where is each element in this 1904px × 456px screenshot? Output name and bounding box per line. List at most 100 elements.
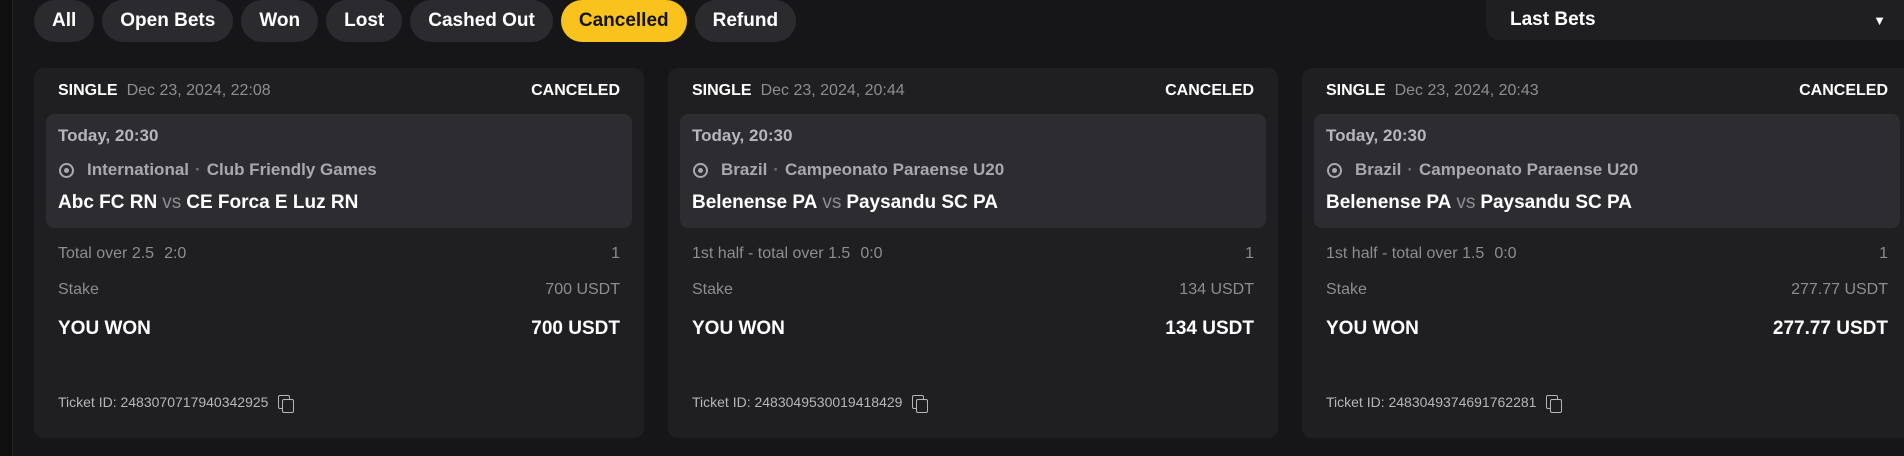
- bet-card-header: SINGLE Dec 23, 2024, 22:08 CANCELED: [46, 68, 632, 114]
- filter-refund[interactable]: Refund: [694, 0, 797, 42]
- vs-label: vs: [1456, 192, 1476, 213]
- odds-value: 1: [1245, 245, 1254, 262]
- ticket-id: Ticket ID: 2483049374691762281: [1326, 394, 1537, 410]
- ticket-row: Ticket ID: 2483049374691762281: [1326, 394, 1563, 413]
- bet-type: SINGLE: [692, 82, 752, 99]
- filter-cancelled[interactable]: Cancelled: [560, 0, 687, 42]
- event-teams: Belenense PA vs Paysandu SC PA: [1326, 192, 1888, 214]
- copy-icon[interactable]: [912, 395, 929, 413]
- won-label: YOU WON: [1326, 318, 1419, 339]
- market-name: 1st half - total over 1.5: [1326, 245, 1485, 262]
- bet-date: Dec 23, 2024, 22:08: [126, 82, 271, 99]
- vs-label: vs: [822, 192, 842, 213]
- event-teams: Belenense PA vs Paysandu SC PA: [692, 192, 1254, 214]
- event-league: Club Friendly Games: [206, 160, 377, 179]
- ticket-row: Ticket ID: 2483070717940342925: [58, 394, 295, 413]
- event-country: International: [87, 160, 190, 179]
- vs-label: vs: [162, 192, 182, 213]
- stake-value: 134 USDT: [1179, 281, 1254, 298]
- football-icon: [1327, 162, 1342, 178]
- odds-value: 1: [611, 245, 620, 262]
- home-team: Belenense PA: [1326, 192, 1452, 213]
- market-score: 0:0: [860, 245, 883, 262]
- won-row: YOU WON 277.77 USDT: [1314, 316, 1900, 342]
- league-line: Brazil · Campeonato Paraense U20: [1326, 160, 1888, 180]
- away-team: Paysandu SC PA: [846, 192, 999, 213]
- filter-all[interactable]: All: [34, 0, 95, 42]
- filter-cashed-out[interactable]: Cashed Out: [410, 0, 553, 42]
- league-line: Brazil · Campeonato Paraense U20: [692, 160, 1254, 180]
- event-time: Today, 20:30: [692, 126, 793, 145]
- away-team: CE Forca E Luz RN: [186, 192, 359, 213]
- event-time: Today, 20:30: [1326, 126, 1427, 145]
- bet-status: CANCELED: [531, 82, 620, 99]
- league-line: International · Club Friendly Games: [58, 160, 620, 180]
- won-label: YOU WON: [692, 318, 785, 339]
- stake-row: Stake 277.77 USDT: [1314, 280, 1900, 300]
- event-box[interactable]: Today, 20:30 International · Club Friend…: [46, 114, 632, 228]
- stake-label: Stake: [692, 281, 733, 298]
- won-label: YOU WON: [58, 318, 151, 339]
- market-name: 1st half - total over 1.5: [692, 245, 851, 262]
- won-value: 277.77 USDT: [1772, 318, 1888, 339]
- market-score: 2:0: [164, 245, 187, 262]
- bet-date: Dec 23, 2024, 20:44: [760, 82, 905, 99]
- market-row: Total over 2.5 2:0 1: [46, 244, 632, 264]
- bet-status: CANCELED: [1799, 82, 1888, 99]
- bet-type: SINGLE: [1326, 82, 1386, 99]
- away-team: Paysandu SC PA: [1480, 192, 1633, 213]
- odds-value: 1: [1879, 245, 1888, 262]
- won-row: YOU WON 700 USDT: [46, 316, 632, 342]
- bet-card[interactable]: SINGLE Dec 23, 2024, 22:08 CANCELED Toda…: [34, 68, 644, 438]
- bet-cards-list: SINGLE Dec 23, 2024, 22:08 CANCELED Toda…: [34, 68, 1904, 438]
- bet-status: CANCELED: [1165, 82, 1254, 99]
- won-row: YOU WON 134 USDT: [680, 316, 1266, 342]
- caret-down-icon: ▼: [1873, 12, 1886, 28]
- bet-card[interactable]: SINGLE Dec 23, 2024, 20:43 CANCELED Toda…: [1302, 68, 1904, 438]
- bets-sort-dropdown[interactable]: Last Bets ▼: [1486, 0, 1904, 40]
- won-value: 700 USDT: [531, 318, 620, 339]
- won-value: 134 USDT: [1165, 318, 1254, 339]
- market-row: 1st half - total over 1.5 0:0 1: [1314, 244, 1900, 264]
- filter-won[interactable]: Won: [241, 0, 319, 42]
- separator-dot: ·: [195, 160, 201, 179]
- event-box[interactable]: Today, 20:30 Brazil · Campeonato Paraens…: [1314, 114, 1900, 228]
- filter-open-bets[interactable]: Open Bets: [102, 0, 234, 42]
- bet-card-header: SINGLE Dec 23, 2024, 20:44 CANCELED: [680, 68, 1266, 114]
- filter-lost[interactable]: Lost: [326, 0, 403, 42]
- stake-label: Stake: [1326, 281, 1367, 298]
- left-sidebar-edge: [0, 0, 13, 456]
- separator-dot: ·: [773, 160, 779, 179]
- event-country: Brazil: [1355, 160, 1402, 179]
- bet-card[interactable]: SINGLE Dec 23, 2024, 20:44 CANCELED Toda…: [668, 68, 1278, 438]
- separator-dot: ·: [1407, 160, 1413, 179]
- home-team: Abc FC RN: [58, 192, 158, 213]
- copy-icon[interactable]: [1546, 395, 1563, 413]
- stake-value: 277.77 USDT: [1791, 281, 1888, 298]
- stake-label: Stake: [58, 281, 99, 298]
- dropdown-selected-label: Last Bets: [1510, 9, 1596, 30]
- ticket-id: Ticket ID: 2483049530019418429: [692, 394, 903, 410]
- event-league: Campeonato Paraense U20: [1418, 160, 1639, 179]
- stake-row: Stake 134 USDT: [680, 280, 1266, 300]
- football-icon: [693, 162, 708, 178]
- bet-filter-bar: All Open Bets Won Lost Cashed Out Cancel…: [34, 0, 797, 42]
- event-time: Today, 20:30: [58, 126, 159, 145]
- bet-date: Dec 23, 2024, 20:43: [1394, 82, 1539, 99]
- ticket-row: Ticket ID: 2483049530019418429: [692, 394, 929, 413]
- market-score: 0:0: [1494, 245, 1517, 262]
- event-country: Brazil: [721, 160, 768, 179]
- event-teams: Abc FC RN vs CE Forca E Luz RN: [58, 192, 620, 214]
- event-box[interactable]: Today, 20:30 Brazil · Campeonato Paraens…: [680, 114, 1266, 228]
- bet-type: SINGLE: [58, 82, 118, 99]
- market-row: 1st half - total over 1.5 0:0 1: [680, 244, 1266, 264]
- copy-icon[interactable]: [278, 395, 295, 413]
- stake-row: Stake 700 USDT: [46, 280, 632, 300]
- event-league: Campeonato Paraense U20: [784, 160, 1005, 179]
- ticket-id: Ticket ID: 2483070717940342925: [58, 394, 269, 410]
- home-team: Belenense PA: [692, 192, 818, 213]
- football-icon: [59, 162, 74, 178]
- stake-value: 700 USDT: [545, 281, 620, 298]
- market-name: Total over 2.5: [58, 245, 155, 262]
- bet-card-header: SINGLE Dec 23, 2024, 20:43 CANCELED: [1314, 68, 1900, 114]
